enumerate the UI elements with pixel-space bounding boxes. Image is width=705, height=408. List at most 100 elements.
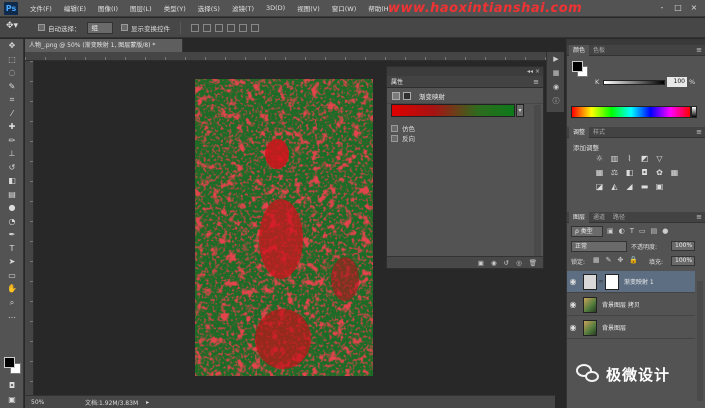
dodge-tool-icon[interactable]: ◔ bbox=[0, 215, 24, 229]
reverse-checkbox[interactable] bbox=[391, 134, 398, 142]
blur-tool-icon[interactable]: ● bbox=[0, 201, 24, 215]
photo-filter-icon[interactable]: ◘ bbox=[640, 168, 649, 177]
menu-type[interactable]: 类型(Y) bbox=[158, 3, 192, 13]
dither-checkbox[interactable] bbox=[391, 124, 398, 132]
menu-view[interactable]: 视图(V) bbox=[291, 3, 326, 13]
gradient-map-icon[interactable]: ▬ bbox=[640, 182, 649, 191]
lock-image-icon[interactable]: ✎ bbox=[606, 256, 612, 264]
tab-channels[interactable]: 通道 bbox=[589, 212, 609, 223]
lock-transparent-icon[interactable]: ▦ bbox=[593, 256, 600, 264]
layer-name[interactable]: 背景图层 bbox=[602, 323, 626, 332]
black-white-icon[interactable]: ◧ bbox=[625, 168, 634, 177]
color-panel-menu-icon[interactable]: ≡ bbox=[696, 46, 702, 54]
adjustment-layer-icon[interactable] bbox=[392, 91, 400, 100]
move-tool-icon[interactable]: ✥ bbox=[0, 39, 24, 53]
mask-link-icon[interactable]: ∞ bbox=[597, 278, 605, 285]
menu-3d[interactable]: 3D(D) bbox=[260, 4, 291, 12]
history-panel-icon[interactable]: ▶ bbox=[547, 52, 565, 66]
layer-name[interactable]: 渐变映射 1 bbox=[624, 277, 654, 286]
color-lookup-icon[interactable]: ▦ bbox=[670, 168, 679, 177]
type-tool-icon[interactable]: T bbox=[0, 242, 24, 256]
clone-stamp-tool-icon[interactable]: ⊥ bbox=[0, 147, 24, 161]
layer-row[interactable]: ◉ ∞ 渐变映射 1 bbox=[567, 271, 695, 293]
menu-file[interactable]: 文件(F) bbox=[24, 3, 58, 13]
lock-all-icon[interactable]: 🔒 bbox=[629, 256, 638, 264]
clip-to-layer-icon[interactable]: ▣ bbox=[478, 259, 484, 267]
menu-select[interactable]: 选择(S) bbox=[192, 3, 226, 13]
layer-row[interactable]: ◉ 背景图层 拷贝 bbox=[567, 294, 695, 316]
tab-adjustments[interactable]: 调整 bbox=[569, 126, 590, 138]
pen-tool-icon[interactable]: ✒ bbox=[0, 228, 24, 242]
foreground-color-swatch[interactable] bbox=[4, 357, 15, 368]
k-slider[interactable] bbox=[603, 80, 665, 85]
align-right-icon[interactable] bbox=[251, 23, 259, 32]
lock-position-icon[interactable]: ✥ bbox=[618, 256, 624, 264]
vibrance-icon[interactable]: ▽ bbox=[655, 154, 664, 163]
visibility-icon[interactable]: ◎ bbox=[516, 259, 522, 267]
menu-window[interactable]: 窗口(W) bbox=[326, 3, 363, 13]
info-panel-icon[interactable]: ⓘ bbox=[547, 94, 565, 108]
minimize-button[interactable]: - bbox=[656, 2, 668, 13]
posterize-icon[interactable]: ◭ bbox=[610, 182, 619, 191]
color-balance-icon[interactable]: ⚖ bbox=[610, 168, 619, 177]
crop-tool-icon[interactable]: ⌗ bbox=[0, 93, 24, 107]
color-swatches[interactable] bbox=[4, 357, 22, 375]
lasso-tool-icon[interactable]: ◌ bbox=[0, 66, 24, 80]
quick-select-tool-icon[interactable]: ✎ bbox=[0, 80, 24, 94]
marquee-tool-icon[interactable]: ⬚ bbox=[0, 53, 24, 67]
tab-color[interactable]: 颜色 bbox=[569, 44, 590, 56]
reset-icon[interactable]: ↺ bbox=[504, 259, 509, 267]
eyedropper-tool-icon[interactable]: ⁄ bbox=[0, 107, 24, 121]
filter-adjustment-icon[interactable]: ◐ bbox=[619, 227, 625, 235]
layers-panel-menu-icon[interactable]: ≡ bbox=[696, 213, 702, 221]
selective-color-icon[interactable]: ▣ bbox=[655, 182, 664, 191]
show-transform-checkbox[interactable] bbox=[121, 24, 128, 31]
color-spectrum[interactable] bbox=[571, 106, 691, 118]
exposure-icon[interactable]: ◩ bbox=[640, 154, 649, 163]
align-left-icon[interactable] bbox=[227, 23, 235, 32]
brush-tool-icon[interactable]: ✏ bbox=[0, 134, 24, 148]
eraser-tool-icon[interactable]: ◧ bbox=[0, 174, 24, 188]
opacity-field[interactable]: 100% bbox=[671, 241, 695, 251]
zoom-tool-icon[interactable]: ⌕ bbox=[0, 296, 24, 310]
filter-pixel-icon[interactable]: ▣ bbox=[607, 227, 614, 235]
k-value-field[interactable]: 100 bbox=[667, 77, 687, 87]
channel-mixer-icon[interactable]: ✿ bbox=[655, 168, 664, 177]
tab-paths[interactable]: 路径 bbox=[609, 212, 629, 223]
quick-mask-icon[interactable]: ◘ bbox=[0, 379, 24, 393]
layer-row[interactable]: ◉ 背景图层 bbox=[567, 317, 695, 339]
grayscale-ramp[interactable] bbox=[691, 106, 697, 118]
levels-icon[interactable]: ▥ bbox=[610, 154, 619, 163]
tab-styles[interactable]: 样式 bbox=[589, 127, 609, 138]
gradient-picker[interactable] bbox=[391, 104, 515, 117]
align-middle-icon[interactable] bbox=[203, 23, 211, 32]
properties-titlebar[interactable]: ◂◂ × bbox=[387, 67, 543, 76]
invert-icon[interactable]: ◪ bbox=[595, 182, 604, 191]
threshold-icon[interactable]: ◢ bbox=[625, 182, 634, 191]
history-brush-tool-icon[interactable]: ↺ bbox=[0, 161, 24, 175]
panel-menu-icon[interactable]: ≡ bbox=[533, 78, 539, 86]
curves-icon[interactable]: ⌇ bbox=[625, 154, 634, 163]
filter-smart-icon[interactable]: ▤ bbox=[651, 227, 658, 235]
gradient-mapped-photo[interactable] bbox=[195, 79, 373, 376]
delete-icon[interactable]: 🗑 bbox=[529, 259, 537, 267]
healing-brush-tool-icon[interactable]: ✚ bbox=[0, 120, 24, 134]
fill-field[interactable]: 100% bbox=[671, 256, 695, 266]
layer-visibility-icon[interactable]: ◉ bbox=[567, 300, 579, 309]
hand-tool-icon[interactable]: ✋ bbox=[0, 282, 24, 296]
gradient-dropdown-arrow-icon[interactable]: ▾ bbox=[516, 104, 524, 117]
align-center-icon[interactable] bbox=[239, 23, 247, 32]
view-previous-icon[interactable]: ◉ bbox=[491, 259, 497, 267]
auto-select-dropdown[interactable]: 组 bbox=[86, 21, 113, 34]
mask-icon[interactable] bbox=[403, 91, 411, 100]
zoom-level[interactable]: 50% bbox=[25, 399, 65, 406]
layer-name[interactable]: 背景图层 拷贝 bbox=[602, 300, 640, 309]
filter-toggle-icon[interactable]: ● bbox=[662, 227, 668, 235]
align-bottom-icon[interactable] bbox=[215, 23, 223, 32]
blend-mode-dropdown[interactable]: 正常 bbox=[571, 241, 627, 252]
panel-foreground-swatch[interactable] bbox=[572, 61, 583, 72]
layer-visibility-icon[interactable]: ◉ bbox=[567, 323, 579, 332]
screen-mode-icon[interactable]: ▣ bbox=[0, 393, 24, 407]
hue-saturation-icon[interactable]: ▦ bbox=[595, 168, 604, 177]
maximize-button[interactable]: □ bbox=[672, 2, 684, 13]
